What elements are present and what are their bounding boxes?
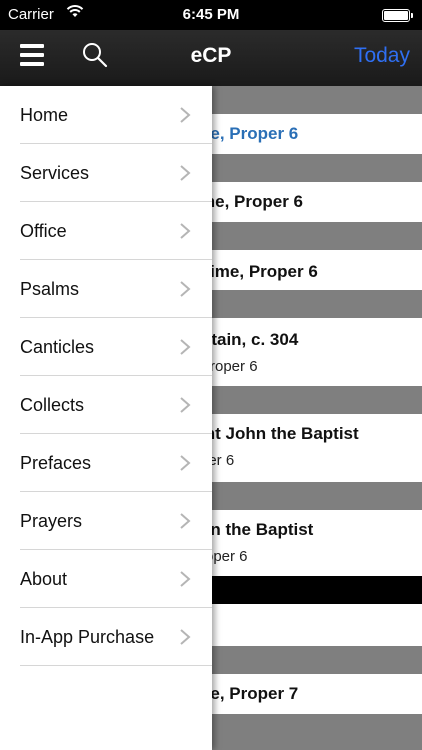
- status-time: 6:45 PM: [182, 6, 240, 23]
- menu-item-in-app-purchase[interactable]: In-App Purchase: [20, 608, 212, 666]
- chevron-right-icon: [180, 397, 191, 413]
- list-item-title: Time, Proper 6: [200, 262, 318, 281]
- navigation-bar: eCP Today: [0, 30, 422, 86]
- menu-item-label: Prayers: [20, 511, 83, 531]
- side-menu-drawer: Home Services Office Psalms Canticles Co…: [0, 86, 212, 750]
- chevron-right-icon: [180, 281, 191, 297]
- menu-item-prayers[interactable]: Prayers: [20, 492, 212, 550]
- today-button[interactable]: Today: [354, 44, 410, 68]
- menu-item-office[interactable]: Office: [20, 202, 212, 260]
- list-item-title: ne, Proper 7: [200, 684, 299, 703]
- app-screen: Carrier 6:45 PM eCP Today ne, Proper 6 m…: [0, 0, 422, 750]
- menu-item-label: In-App Purchase: [20, 627, 155, 647]
- menu-item-label: Collects: [20, 395, 85, 415]
- menu-item-home[interactable]: Home: [20, 86, 212, 144]
- list-item-title: hn the Baptist: [200, 520, 314, 539]
- menu-item-psalms[interactable]: Psalms: [20, 260, 212, 318]
- menu-item-prefaces[interactable]: Prefaces: [20, 434, 212, 492]
- chevron-right-icon: [180, 339, 191, 355]
- menu-item-services[interactable]: Services: [20, 144, 212, 202]
- menu-item-label: Prefaces: [20, 453, 92, 473]
- battery-icon: [382, 9, 413, 22]
- chevron-right-icon: [180, 165, 191, 181]
- menu-item-label: Psalms: [20, 279, 80, 299]
- list-item-title: me, Proper 6: [200, 192, 303, 211]
- chevron-right-icon: [180, 513, 191, 529]
- menu-item-canticles[interactable]: Canticles: [20, 318, 212, 376]
- list-item-title: int John the Baptist: [200, 424, 359, 443]
- chevron-right-icon: [180, 571, 191, 587]
- menu-item-collects[interactable]: Collects: [20, 376, 212, 434]
- status-bar: Carrier 6:45 PM: [0, 0, 422, 30]
- menu-item-label: Office: [20, 221, 67, 241]
- chevron-right-icon: [180, 629, 191, 645]
- menu-item-label: Canticles: [20, 337, 95, 357]
- menu-item-label: About: [20, 569, 68, 589]
- list-item-title: ne, Proper 6: [200, 124, 299, 143]
- menu-item-label: Services: [20, 163, 90, 183]
- chevron-right-icon: [180, 107, 191, 123]
- chevron-right-icon: [180, 223, 191, 239]
- chevron-right-icon: [180, 455, 191, 471]
- menu-item-label: Home: [20, 105, 69, 125]
- list-item-title: ritain, c. 304: [200, 330, 299, 349]
- menu-item-about[interactable]: About: [20, 550, 212, 608]
